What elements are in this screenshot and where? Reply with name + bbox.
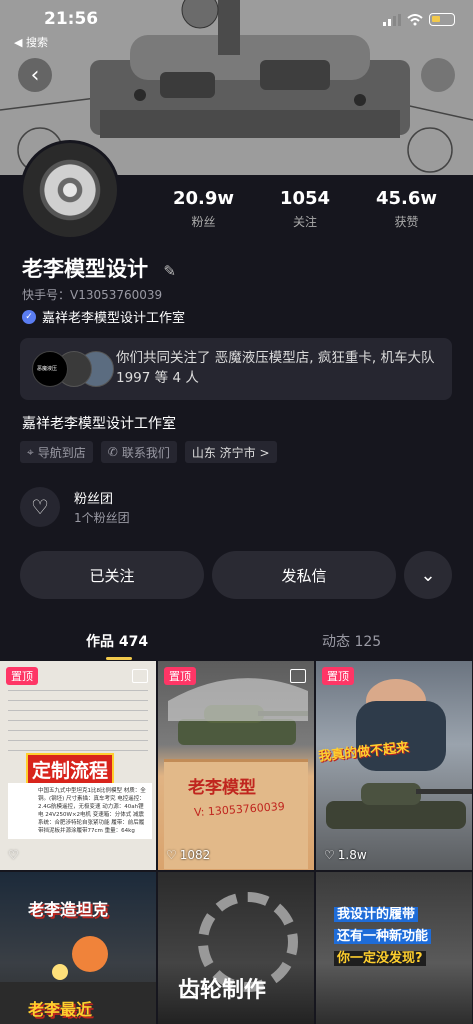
system-icons	[383, 13, 455, 26]
tag-contact-us[interactable]: ✆ 联系我们	[100, 441, 177, 463]
stat-label: 关注	[292, 215, 317, 229]
mutual-avatar-text: 恶魔液压	[37, 366, 58, 372]
tag-navigate-store[interactable]: ⌖ 导航到店	[20, 441, 93, 463]
like-count-text: 1082	[179, 848, 211, 862]
fan-group-subtitle: 1个粉丝团	[74, 511, 130, 525]
profile-name-text: 老李模型设计	[22, 257, 148, 281]
caption-line: 还有一种新功能	[334, 929, 432, 944]
verified-icon: ✓	[22, 309, 36, 324]
video-thumbnail[interactable]: 老李造坦克 老李最近	[0, 872, 156, 1024]
back-button[interactable]: ‹	[18, 58, 52, 92]
caption-line: 你一定没发现?	[334, 951, 426, 966]
video-thumbnail[interactable]: 置顶 我真的做不起来 ♡ 1.8w	[316, 661, 472, 870]
image-post-icon	[290, 669, 306, 683]
thumbnail-caption: 老李模型	[188, 778, 256, 798]
like-count: ♡	[8, 848, 19, 862]
like-count-text: 1.8w	[337, 848, 367, 862]
send-message-button[interactable]: 发私信	[212, 551, 396, 599]
stat-label: 粉丝	[191, 215, 216, 229]
like-count: ♡ 1082	[166, 848, 210, 862]
thumbnail-caption: 定制流程	[26, 753, 115, 786]
mutual-avatar: 恶魔液压	[32, 351, 68, 387]
back-to-search-link[interactable]: ◀ 搜索	[14, 34, 48, 50]
image-post-icon	[132, 669, 148, 683]
more-options-button[interactable]	[421, 58, 455, 92]
thumbnail-caption: 老李造坦克	[28, 900, 109, 919]
spec-sheet: 中国五九式中型坦克1比8比例模型 材质：全铜。(钢坯) 尺寸素描：真车考究 电控…	[8, 783, 152, 839]
profile-tags: ⌖ 导航到店 ✆ 联系我们 山东 济宁市 >	[20, 441, 277, 463]
video-thumbnail[interactable]: 置顶 定制流程 中国五九式中型坦克1比8比例模型 材质：全铜。(钢坯) 尺寸素描…	[0, 661, 156, 870]
pinned-badge: 置顶	[322, 667, 354, 685]
user-id: 快手号：V13053760039	[22, 288, 163, 302]
tank-model-image	[326, 679, 472, 829]
tag-region[interactable]: 山东 济宁市 >	[184, 441, 277, 463]
location-pin-icon: ⌖	[27, 444, 34, 459]
profile-name: 老李模型设计 ✎	[22, 253, 176, 283]
signal-icon	[383, 13, 401, 26]
chevron-left-icon: ‹	[30, 62, 40, 88]
stat-value: 45.6w	[375, 188, 437, 209]
video-thumbnail[interactable]: 我设计的履带 还有一种新功能 你一定没发现?	[316, 872, 472, 1024]
active-tab-indicator	[106, 657, 132, 660]
stat-likes[interactable]: 45.6w 获赞	[376, 188, 437, 230]
expand-more-button[interactable]: ⌄	[404, 551, 452, 599]
video-thumbnail[interactable]: 置顶 老李模型 V: 13053760039 ♡ 1082	[158, 661, 314, 870]
stat-value: 20.9w	[172, 188, 234, 209]
heart-icon: ♡	[324, 848, 335, 862]
like-count: ♡ 1.8w	[324, 848, 367, 862]
heart-icon: ♡	[20, 487, 60, 527]
thumbnail-caption: 我设计的履带 还有一种新功能 你一定没发现?	[334, 904, 432, 970]
thumbnail-subcaption: 老李最近	[28, 1000, 93, 1019]
followed-button[interactable]: 已关注	[20, 551, 204, 599]
profile-actions: 已关注 发私信 ⌄	[20, 551, 452, 599]
stat-following[interactable]: 1054 关注	[280, 188, 330, 230]
fan-group-title: 粉丝团	[74, 492, 114, 507]
profile-stats: 20.9w 粉丝 1054 关注 45.6w 获赞	[150, 188, 460, 230]
wifi-icon	[407, 13, 423, 25]
heart-icon: ♡	[166, 848, 177, 862]
battery-icon	[429, 13, 455, 26]
video-thumbnail[interactable]: 齿轮制作	[158, 872, 314, 1024]
mutual-follow-text: 你们共同关注了 恶魔液压模型店, 疯狂重卡, 机车大队1997 等 4 人	[116, 350, 435, 386]
tag-label: 山东 济宁市 >	[191, 445, 270, 460]
tag-label: 导航到店	[37, 445, 86, 460]
works-grid: 置顶 定制流程 中国五九式中型坦克1比8比例模型 材质：全铜。(钢坯) 尺寸素描…	[0, 661, 473, 1024]
tab-moments[interactable]: 动态 125	[322, 631, 381, 651]
pinned-badge: 置顶	[164, 667, 196, 685]
thumbnail-caption: 齿轮制作	[178, 978, 267, 1003]
caption-line: 我设计的履带	[334, 907, 419, 922]
chevron-down-icon: ⌄	[420, 564, 436, 586]
content-tabs: 作品 474 动态 125	[0, 627, 473, 661]
stat-fans[interactable]: 20.9w 粉丝	[173, 188, 234, 230]
verified-text: 嘉祥老李模型设计工作室	[42, 311, 186, 326]
handwritten-notes-image	[8, 681, 148, 751]
verified-badge-row: ✓ 嘉祥老李模型设计工作室	[22, 307, 185, 326]
mutual-follow-card[interactable]: 恶魔液压 你们共同关注了 恶魔液压模型店, 疯狂重卡, 机车大队1997 等 4…	[20, 338, 452, 400]
status-time: 21:56	[44, 9, 99, 29]
profile-bio: 嘉祥老李模型设计工作室	[22, 416, 176, 432]
avatar[interactable]	[20, 140, 120, 240]
phone-icon: ✆	[107, 445, 118, 459]
status-bar: 21:56 ◀ 搜索	[0, 0, 473, 52]
heart-icon: ♡	[8, 848, 19, 862]
pinned-badge: 置顶	[6, 667, 38, 685]
stat-value: 1054	[279, 188, 331, 209]
fan-group[interactable]: ♡ 粉丝团 1个粉丝团	[20, 485, 320, 529]
edit-icon[interactable]: ✎	[163, 262, 176, 280]
tab-works[interactable]: 作品 474	[86, 631, 148, 651]
stat-label: 获赞	[394, 215, 419, 229]
tag-label: 联系我们	[121, 445, 170, 460]
mutual-avatars: 恶魔液压	[32, 351, 114, 387]
